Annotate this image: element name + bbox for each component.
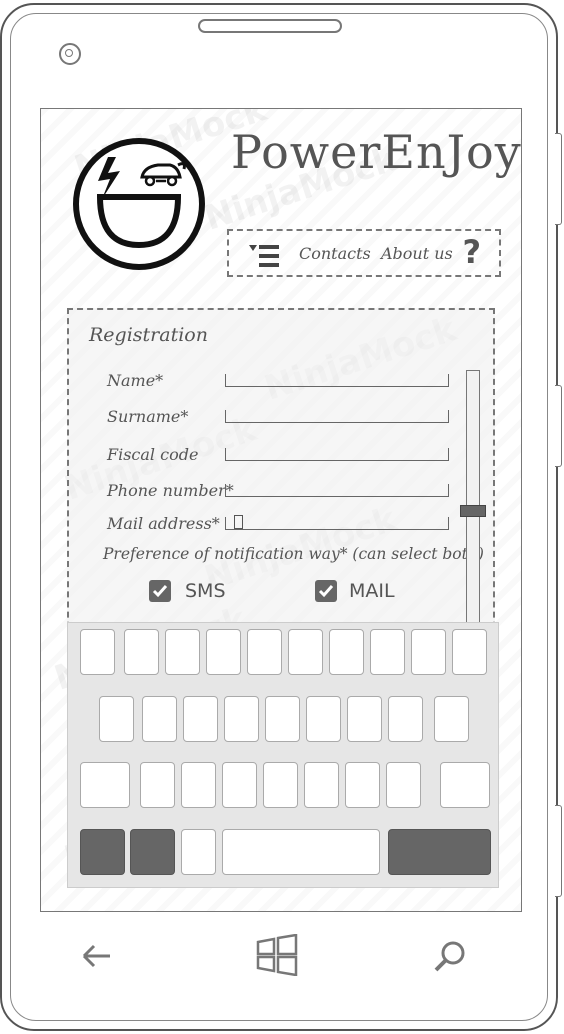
speaker-grill — [198, 19, 342, 33]
fiscal-code-label: Fiscal code — [107, 445, 199, 464]
about-us-link[interactable]: About us — [381, 244, 453, 263]
notification-preference-label: Preference of notification way* (can sel… — [103, 545, 484, 563]
nav-bar: Contacts About us ? — [227, 229, 501, 277]
keyboard-key[interactable] — [388, 696, 423, 742]
mail-checkbox[interactable] — [315, 580, 337, 602]
scrollbar-thumb[interactable] — [460, 505, 486, 517]
keyboard-key[interactable] — [206, 629, 241, 675]
windows-start-icon[interactable] — [255, 934, 299, 976]
app-title: PowerEnJoy — [231, 125, 522, 179]
search-icon[interactable] — [432, 939, 468, 975]
keyboard-key[interactable] — [434, 696, 469, 742]
on-screen-keyboard — [67, 622, 499, 888]
keyboard-key[interactable] — [329, 629, 364, 675]
registration-title: Registration — [89, 324, 208, 346]
registration-panel: Registration Name* Surname* Fiscal code … — [67, 308, 495, 648]
contacts-link[interactable]: Contacts — [299, 244, 371, 263]
keyboard-key[interactable] — [304, 762, 339, 808]
keyboard-key[interactable] — [411, 629, 446, 675]
sms-checkbox[interactable] — [149, 580, 171, 602]
keyboard-key[interactable] — [183, 696, 218, 742]
keyboard-key[interactable] — [288, 629, 323, 675]
text-cursor — [234, 515, 243, 529]
shift-key[interactable] — [80, 762, 130, 808]
scrollbar[interactable] — [460, 370, 486, 644]
comma-key[interactable] — [181, 829, 216, 875]
camera-button — [555, 805, 562, 897]
phone-number-label: Phone number* — [107, 481, 234, 500]
mail-address-field[interactable] — [225, 515, 449, 530]
language-key[interactable] — [130, 829, 175, 875]
keyboard-key[interactable] — [165, 629, 200, 675]
smiley-logo-icon — [73, 138, 205, 270]
camera-icon — [59, 43, 81, 65]
keyboard-key[interactable] — [99, 696, 134, 742]
mail-label: MAIL — [349, 580, 395, 602]
keyboard-key[interactable] — [181, 762, 216, 808]
keyboard-key[interactable] — [140, 762, 175, 808]
keyboard-key[interactable] — [142, 696, 177, 742]
surname-field[interactable] — [225, 410, 449, 423]
keyboard-key[interactable] — [347, 696, 382, 742]
keyboard-key[interactable] — [345, 762, 380, 808]
help-icon[interactable]: ? — [462, 233, 481, 271]
screen: NinjaMock NinjaMock NinjaMock NinjaMock … — [40, 108, 522, 912]
enter-key[interactable] — [388, 829, 491, 875]
mail-address-label: Mail address* — [107, 514, 220, 533]
backspace-key[interactable] — [440, 762, 490, 808]
keyboard-key[interactable] — [452, 629, 487, 675]
surname-label: Surname* — [107, 407, 189, 426]
name-field[interactable] — [225, 374, 449, 387]
back-arrow-icon[interactable] — [80, 940, 114, 972]
name-label: Name* — [107, 371, 164, 390]
keyboard-key[interactable] — [224, 696, 259, 742]
space-bar[interactable] — [222, 829, 380, 875]
keyboard-key[interactable] — [306, 696, 341, 742]
phone-number-field[interactable] — [225, 484, 449, 497]
power-button — [555, 385, 562, 467]
keyboard-key[interactable] — [370, 629, 405, 675]
checkmark-icon — [318, 585, 334, 598]
keyboard-key[interactable] — [247, 629, 282, 675]
keyboard-key[interactable] — [265, 696, 300, 742]
keyboard-key[interactable] — [222, 762, 257, 808]
checkmark-icon — [152, 585, 168, 598]
symbols-key[interactable] — [80, 829, 125, 875]
keyboard-key[interactable] — [124, 629, 159, 675]
volume-button — [555, 133, 562, 225]
keyboard-key[interactable] — [80, 629, 115, 675]
menu-icon[interactable] — [247, 243, 281, 269]
keyboard-key[interactable] — [386, 762, 421, 808]
fiscal-code-field[interactable] — [225, 448, 449, 461]
keyboard-key[interactable] — [263, 762, 298, 808]
sms-label: SMS — [185, 580, 226, 602]
